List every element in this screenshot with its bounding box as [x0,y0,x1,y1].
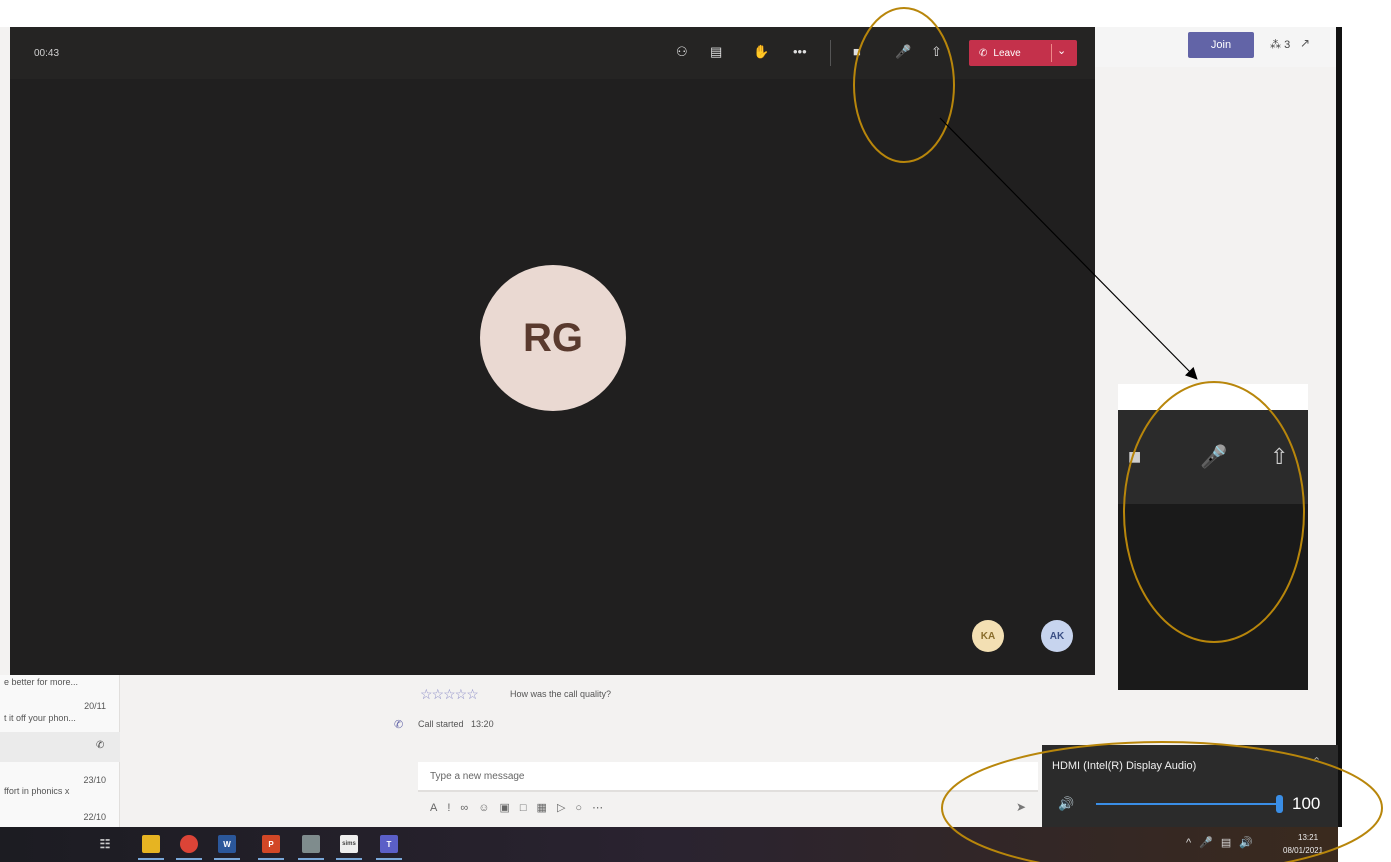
phone-icon: ✆ [96,740,105,751]
chevron-up-icon[interactable]: ⌃ [1312,755,1321,768]
phone-icon: ✆ [394,719,404,731]
volume-slider-thumb[interactable] [1276,795,1283,813]
important-icon[interactable]: ! [447,802,460,814]
participant-avatar[interactable]: KA [972,620,1004,652]
gif-icon[interactable]: ▣ [499,802,519,814]
volume-value: 100 [1292,794,1321,813]
volume-slider-track[interactable] [1096,803,1280,805]
word-icon[interactable]: W [218,835,236,853]
speaker-icon[interactable]: 🔊 [1239,837,1261,849]
active-indicator [176,858,202,860]
app-icon[interactable] [302,835,320,853]
toolbar-divider [830,40,831,66]
active-indicator [138,858,164,860]
people-icon: ⁂ [1270,39,1281,51]
network-icon[interactable]: ▤ [1221,837,1239,849]
raise-hand-icon[interactable]: ✋ [753,44,769,60]
meeting-timer: 00:43 [34,48,60,59]
attach-icon[interactable]: ∞ [460,802,478,814]
active-indicator [376,858,402,860]
sticker-icon[interactable]: □ [520,802,537,814]
join-button[interactable]: Join [1188,32,1254,58]
system-tray: ^🎤▤🔊 [1186,836,1261,849]
send-icon[interactable]: ➤ [1016,800,1026,814]
share-screen-icon[interactable]: ⇧ [931,44,942,60]
microphone-icon: 🎤 [1200,444,1228,469]
active-indicator [258,858,284,860]
more-actions-icon[interactable]: ••• [793,44,807,59]
rating-stars[interactable]: ☆☆☆☆☆ [420,686,479,703]
emoji-icon[interactable]: ☺ [478,802,499,814]
zoom-inset-top [1118,384,1308,410]
leave-button[interactable]: ✆ Leave ⌄ [969,40,1077,66]
more-icon[interactable]: ⋯ [592,802,613,814]
call-started-event: Call started 13:20 [418,719,494,729]
list-item[interactable]: 23/10 ffort in phonics x [0,775,120,797]
microphone-icon[interactable]: 🎤 [1199,837,1221,849]
compose-toolbar: A!∞☺▣□▦▷○⋯ [430,801,613,814]
speaker-icon[interactable]: 🔊 [1058,796,1074,812]
leave-divider [1051,44,1052,62]
compose-placeholder: Type a new message [430,771,525,782]
volume-flyout [1042,745,1338,827]
chevron-down-icon[interactable]: ⌄ [1057,44,1066,57]
share-screen-icon: ⇧ [1270,444,1289,469]
list-item[interactable]: 20/11 t it off your phon... [0,697,120,729]
task-view-icon[interactable]: ☷ [96,835,114,853]
list-item[interactable]: 22/10 [0,812,120,826]
teams-icon[interactable]: T [380,835,398,853]
participants-count[interactable]: ⁂ 3 [1270,38,1290,51]
phone-hangup-icon: ✆ [979,47,988,59]
clock-time[interactable]: 13:21 [1298,833,1318,842]
microphone-icon[interactable]: 🎤 [895,44,911,60]
list-item[interactable]: e better for more... [0,675,120,697]
file-explorer-icon[interactable] [142,835,160,853]
presenter-avatar: RG [480,265,626,411]
popout-icon[interactable]: ↗ [1300,36,1310,50]
stream-icon[interactable]: ▷ [557,802,575,814]
sims-icon[interactable]: sims [340,835,358,853]
call-quality-question: How was the call quality? [510,689,612,699]
schedule-icon[interactable]: ▦ [537,802,557,814]
participants-icon[interactable]: ⚇ [676,44,688,60]
active-indicator [298,858,324,860]
chevron-up-icon[interactable]: ^ [1186,837,1199,849]
participant-avatar[interactable]: AK [1041,620,1073,652]
taskbar [0,827,1338,862]
powerpoint-icon[interactable]: P [262,835,280,853]
window-edge [1336,27,1342,827]
active-indicator [214,858,240,860]
camera-off-icon: ■ [1128,444,1142,469]
message-compose-box[interactable]: Type a new message [418,762,1038,792]
chat-item-selected[interactable]: ✆ [0,732,120,762]
audio-device-name[interactable]: HDMI (Intel(R) Display Audio) [1052,760,1196,772]
clock-date[interactable]: 08/01/2021 [1283,846,1323,855]
active-indicator [336,858,362,860]
chat-icon[interactable]: ▤ [710,44,722,60]
camera-off-icon[interactable]: ■ [853,44,861,59]
screenshot-stage: Join ⁂ 3 ↗ e better for more... 20/11 t … [0,0,1391,862]
format-icon[interactable]: A [430,802,447,814]
praise-icon[interactable]: ○ [575,802,592,814]
chrome-icon[interactable] [180,835,198,853]
